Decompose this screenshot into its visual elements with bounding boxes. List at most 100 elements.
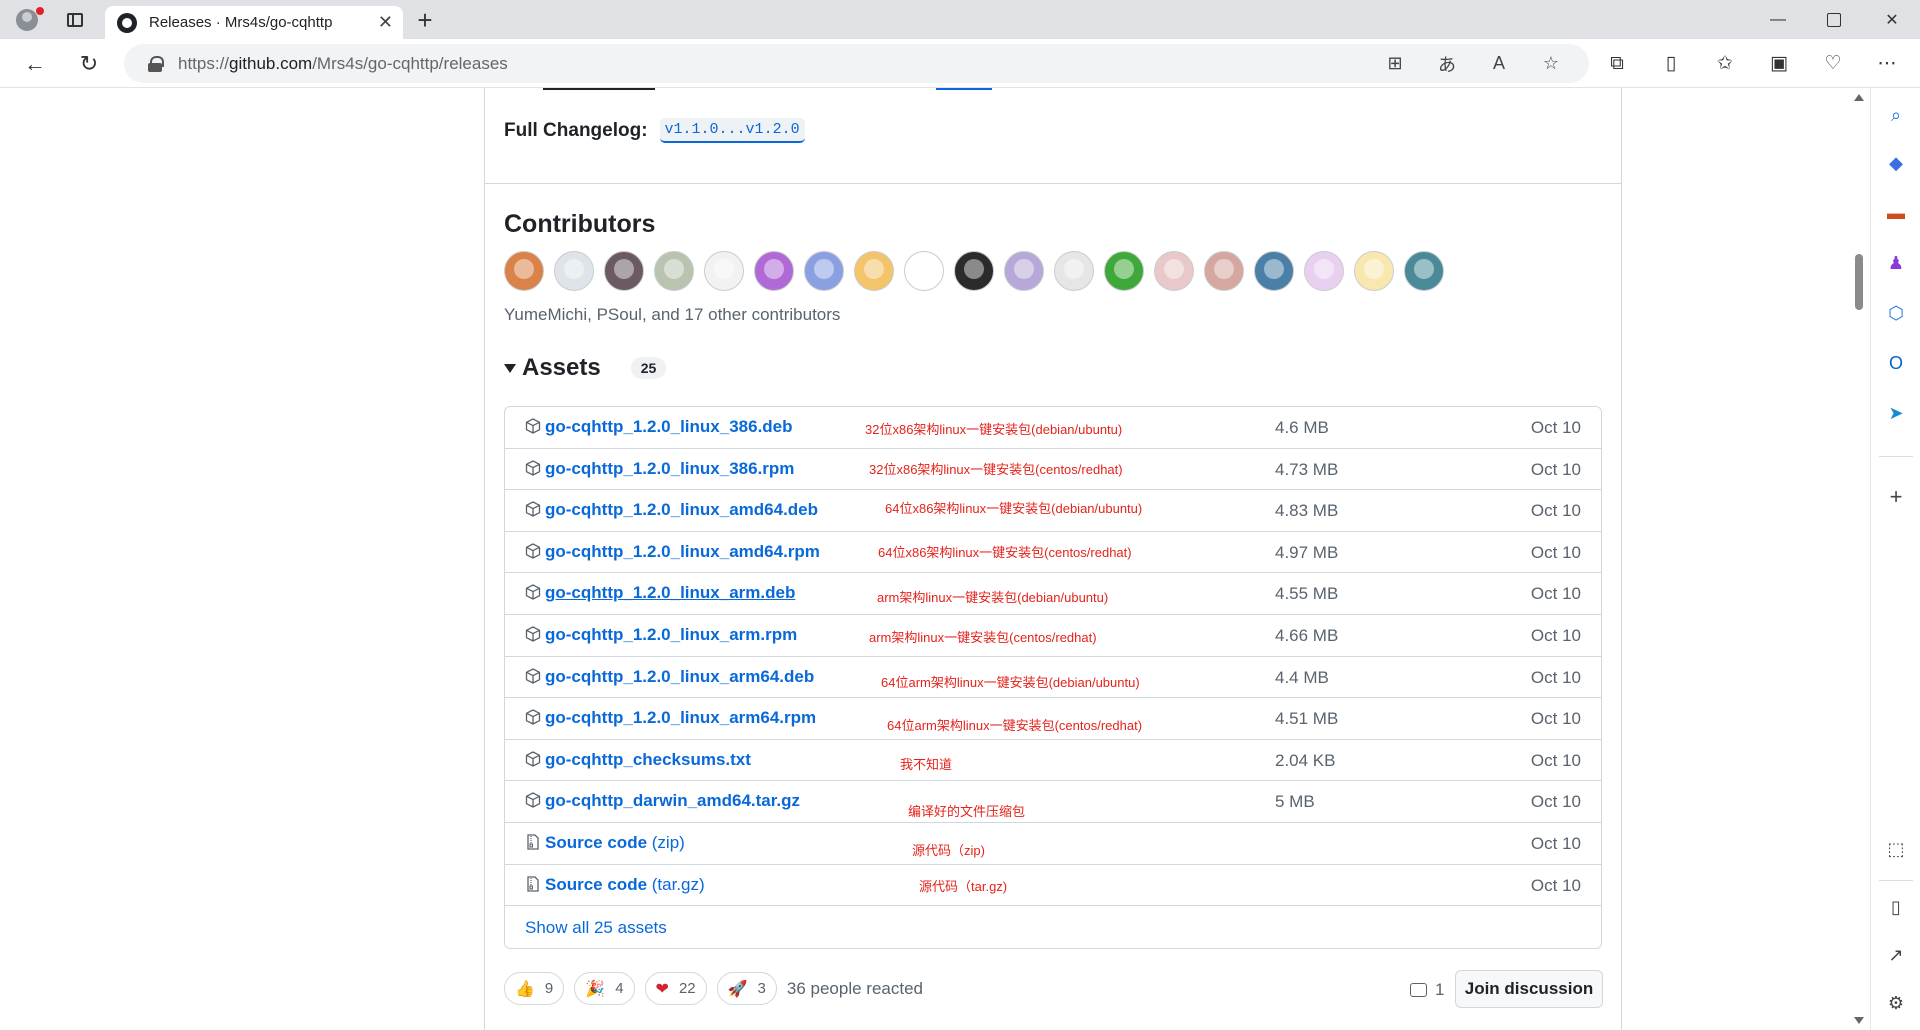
contributor-avatar[interactable] [504,251,544,291]
minimize-window-button[interactable]: — [1756,7,1800,33]
reload-button[interactable]: ↻ [73,48,105,80]
show-all-assets[interactable]: Show all 25 assets [505,906,1601,948]
contributor-avatar[interactable] [854,251,894,291]
asset-link[interactable]: go-cqhttp_1.2.0_linux_arm.rpm [545,625,797,645]
asset-date: Oct 10 [1530,875,1581,895]
new-tab-button[interactable]: + [410,5,440,35]
more-menu-icon[interactable]: ⋯ [1873,50,1901,78]
contributor-avatar[interactable] [1104,251,1144,291]
package-icon [525,709,541,725]
drop-icon[interactable]: ➤ [1883,400,1909,426]
url-text[interactable]: https://github.com/Mrs4s/go-cqhttp/relea… [178,54,1381,74]
extensions-icon[interactable]: ⧉ [1603,50,1631,78]
outlook-icon[interactable]: O [1883,350,1909,376]
asset-row: go-cqhttp_checksums.txt 我不知道 2.04 KB Oct 10 [505,740,1601,782]
lock-icon[interactable] [148,55,164,72]
scroll-thumb[interactable] [1855,254,1863,310]
address-bar[interactable]: https://github.com/Mrs4s/go-cqhttp/relea… [124,44,1589,83]
comment-count[interactable]: 1 [1410,980,1444,1000]
translate-icon[interactable]: あ [1433,50,1461,78]
contributor-avatar[interactable] [554,251,594,291]
reaction-button[interactable]: 🚀 3 [716,972,777,1005]
back-button[interactable]: ← [19,48,51,80]
read-aloud-icon[interactable]: A [1485,50,1513,78]
asset-link[interactable]: go-cqhttp_checksums.txt [545,750,751,770]
asset-link[interactable]: go-cqhttp_1.2.0_linux_arm64.deb [545,667,814,687]
asset-size: 4.66 MB [1275,625,1339,645]
split-screen-icon[interactable]: ▯ [1657,50,1685,78]
reaction-button[interactable]: ❤ 22 [644,972,707,1005]
changelog-link[interactable]: v1.1.0...v1.2.0 [659,118,805,143]
contributor-avatar[interactable] [754,251,794,291]
assets-toggle[interactable]: Assets 25 [504,354,667,382]
join-discussion-button[interactable]: Join discussion [1455,970,1603,1008]
screenshot-icon[interactable]: ⬚ [1883,836,1909,862]
contributor-avatar[interactable] [1204,251,1244,291]
page-scrollbar[interactable] [1849,88,1869,1030]
contributor-avatar[interactable] [1304,251,1344,291]
package-icon [525,501,541,517]
reaction-button[interactable]: 👍 9 [504,972,565,1005]
maximize-window-button[interactable] [1812,7,1856,33]
games-icon[interactable]: ♟ [1883,250,1909,276]
asset-link[interactable]: go-cqhttp_1.2.0_linux_arm.deb [545,583,795,603]
open-external-icon[interactable]: ↗ [1883,942,1909,968]
asset-link[interactable]: go-cqhttp_1.2.0_linux_386.rpm [545,459,794,479]
asset-link[interactable]: go-cqhttp_1.2.0_linux_amd64.deb [545,500,818,520]
asset-size: 4.55 MB [1275,584,1339,604]
asset-rows: go-cqhttp_1.2.0_linux_386.deb 32位x86架构lin… [505,407,1601,907]
asset-date: Oct 10 [1530,459,1581,479]
reaction-count: 3 [757,980,766,997]
close-tab-icon[interactable]: ✕ [378,12,393,33]
contributor-avatar[interactable] [1354,251,1394,291]
hide-sidebar-icon[interactable]: ▯ [1883,894,1909,920]
tools-icon[interactable]: ▬ [1883,200,1909,226]
contributor-avatar[interactable] [1054,251,1094,291]
favorites-icon[interactable]: ✩ [1711,50,1739,78]
contributor-avatar[interactable] [904,251,944,291]
asset-row: go-cqhttp_1.2.0_linux_arm.deb arm架构linux一… [505,573,1601,615]
asset-row: go-cqhttp_1.2.0_linux_arm64.deb 64位arm架构l… [505,657,1601,699]
browser-essentials-icon[interactable]: ♡ [1819,50,1847,78]
show-all-assets-link[interactable]: Show all 25 assets [525,918,667,938]
add-sidebar-app-icon[interactable]: + [1883,484,1909,510]
scroll-down-icon[interactable] [1854,1017,1864,1024]
asset-link[interactable]: go-cqhttp_1.2.0_linux_386.deb [545,417,793,437]
collections-icon[interactable]: ▣ [1765,50,1793,78]
contributor-avatar[interactable] [604,251,644,291]
favorite-star-icon[interactable]: ☆ [1537,50,1565,78]
contributor-avatar[interactable] [804,251,844,291]
contributor-avatar[interactable] [704,251,744,291]
contributor-avatar[interactable] [1404,251,1444,291]
profile-button[interactable] [12,7,44,33]
asset-size: 4.6 MB [1275,418,1329,437]
reaction-button[interactable]: 🎉 4 [574,972,635,1005]
asset-link[interactable]: go-cqhttp_darwin_amd64.tar.gz [545,791,800,811]
asset-link[interactable]: Source code (tar.gz) [545,875,705,895]
contributor-avatar[interactable] [654,251,694,291]
shopping-icon[interactable]: ◆ [1883,150,1909,176]
asset-annotation: 32位x86架构linux一键安装包(debian/ubuntu) [865,422,1123,437]
asset-size: 4.97 MB [1275,542,1339,562]
url-prefix: https:// [178,53,230,73]
close-window-button[interactable]: ✕ [1870,7,1914,33]
asset-annotation: 编译好的文件压缩包 [908,804,1026,820]
browser-toolbar: ← ↻ https://github.com/Mrs4s/go-cqhttp/r… [0,39,1920,88]
search-icon[interactable]: ⌕ [1883,102,1909,128]
asset-link[interactable]: Source code (zip) [545,833,685,853]
tab-actions-button[interactable] [60,7,90,33]
asset-link[interactable]: go-cqhttp_1.2.0_linux_amd64.rpm [545,542,820,562]
contributor-avatar[interactable] [1004,251,1044,291]
contributor-avatar[interactable] [954,251,994,291]
contributor-avatar[interactable] [1154,251,1194,291]
asset-link[interactable]: go-cqhttp_1.2.0_linux_arm64.rpm [545,708,816,728]
microsoft-365-icon[interactable]: ⬡ [1883,300,1909,326]
scroll-up-icon[interactable] [1854,94,1864,101]
browser-tab-active[interactable]: Releases · Mrs4s/go-cqhttp ✕ [105,6,403,39]
app-available-icon[interactable]: ⊞ [1381,50,1409,78]
asset-date: Oct 10 [1530,833,1581,853]
asset-size: 4.51 MB [1275,709,1339,729]
contributor-avatar[interactable] [1254,251,1294,291]
comment-count-value: 1 [1435,980,1445,999]
settings-gear-icon[interactable]: ⚙ [1883,990,1909,1016]
